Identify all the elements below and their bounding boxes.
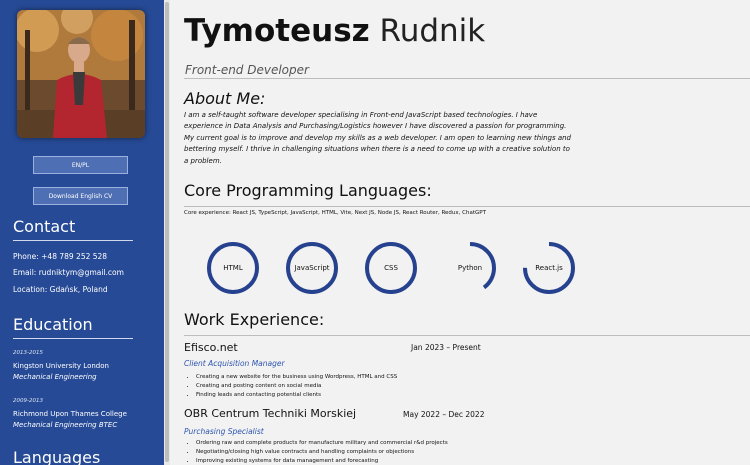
contact-divider <box>13 240 133 241</box>
scrollbar-thumb[interactable] <box>165 2 169 462</box>
contact-heading: Contact <box>13 217 76 236</box>
list-item: Finding leads and contacting potential c… <box>196 391 397 400</box>
first-name: Tymoteusz <box>184 13 370 49</box>
job-period: May 2022 – Dec 2022 <box>403 410 485 419</box>
education-school: Kingston University London <box>13 362 109 370</box>
education-school: Richmond Upon Thames College <box>13 410 127 418</box>
skill-label: CSS <box>384 264 398 272</box>
core-heading: Core Programming Languages: <box>184 181 432 200</box>
skill-label: HTML <box>223 264 243 272</box>
skill-ring: CSS <box>364 241 418 295</box>
contact-location: Location: Gdańsk, Poland <box>13 285 108 294</box>
last-name: Rudnik <box>379 13 486 49</box>
contact-email: Email: rudniktym@gmail.com <box>13 268 124 277</box>
core-divider <box>184 206 750 207</box>
language-toggle-button[interactable]: EN/PL <box>33 156 128 174</box>
job-title: Purchasing Specialist <box>184 427 264 436</box>
education-heading: Education <box>13 315 93 334</box>
job-title: Client Acquisition Manager <box>184 359 285 368</box>
skill-ring: HTML <box>206 241 260 295</box>
skill-label: React.js <box>535 264 563 272</box>
about-text: I am a self-taught software developer sp… <box>184 111 571 165</box>
job-duties: Creating a new website for the business … <box>184 373 397 399</box>
skill-ring: JavaScript <box>285 241 339 295</box>
sidebar: EN/PL Download English CV Contact Phone:… <box>0 0 164 465</box>
list-item: Improving existing systems for data mana… <box>196 457 448 465</box>
job-company: Efisco.net <box>184 341 238 354</box>
contact-phone: Phone: +48 789 252 528 <box>13 252 108 261</box>
about-heading: About Me: <box>184 89 266 108</box>
skill-label: JavaScript <box>294 264 330 272</box>
page-title: Tymoteusz Rudnik <box>184 13 485 49</box>
list-item: Creating a new website for the business … <box>196 373 397 382</box>
job-period: Jan 2023 – Present <box>411 343 481 352</box>
education-dates: 2013-2015 <box>13 350 43 356</box>
core-experience: Core experience: React JS, TypeScript, J… <box>184 210 486 216</box>
main-content: Tymoteusz Rudnik Front-end Developer Abo… <box>170 0 750 465</box>
work-heading: Work Experience: <box>184 310 325 329</box>
list-item: Creating and posting content on social m… <box>196 382 397 391</box>
list-item: Negotiating/closing high value contracts… <box>196 448 448 457</box>
job-duties: Ordering raw and complete products for m… <box>184 439 448 465</box>
education-course: Mechanical Engineering BTEC <box>13 421 118 429</box>
work-divider <box>184 335 750 336</box>
header-divider <box>184 78 750 79</box>
skill-ring: Python <box>443 241 497 295</box>
job-company: OBR Centrum Techniki Morskiej <box>184 407 357 420</box>
profile-photo <box>17 10 145 138</box>
skill-ring: React.js <box>522 241 576 295</box>
education-divider <box>13 338 133 339</box>
list-item: Ordering raw and complete products for m… <box>196 439 448 448</box>
education-course: Mechanical Engineering <box>13 373 97 381</box>
education-dates: 2009-2013 <box>13 398 43 404</box>
languages-heading: Languages <box>13 448 101 465</box>
skill-label: Python <box>457 264 483 272</box>
download-cv-button[interactable]: Download English CV <box>33 187 128 205</box>
job-role: Front-end Developer <box>185 63 309 77</box>
